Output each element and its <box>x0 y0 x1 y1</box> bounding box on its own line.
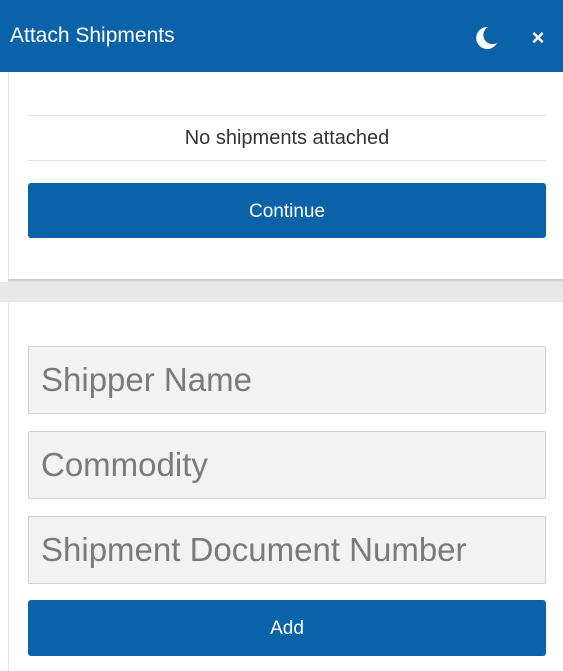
no-shipments-message: No shipments attached <box>184 127 390 149</box>
dialog-header: Attach Shipments × <box>0 0 563 72</box>
continue-button[interactable]: Continue <box>28 183 546 238</box>
moon-icon[interactable] <box>472 25 498 51</box>
close-icon[interactable]: × <box>526 26 550 50</box>
section-separator <box>0 282 563 302</box>
add-button[interactable]: Add <box>28 600 546 656</box>
shipment-document-number-input[interactable] <box>28 516 546 584</box>
attached-shipments-panel <box>8 72 563 280</box>
commodity-input[interactable] <box>28 431 546 499</box>
shipper-name-input[interactable] <box>28 346 546 414</box>
divider <box>28 160 546 161</box>
dialog-title: Attach Shipments <box>10 24 175 47</box>
